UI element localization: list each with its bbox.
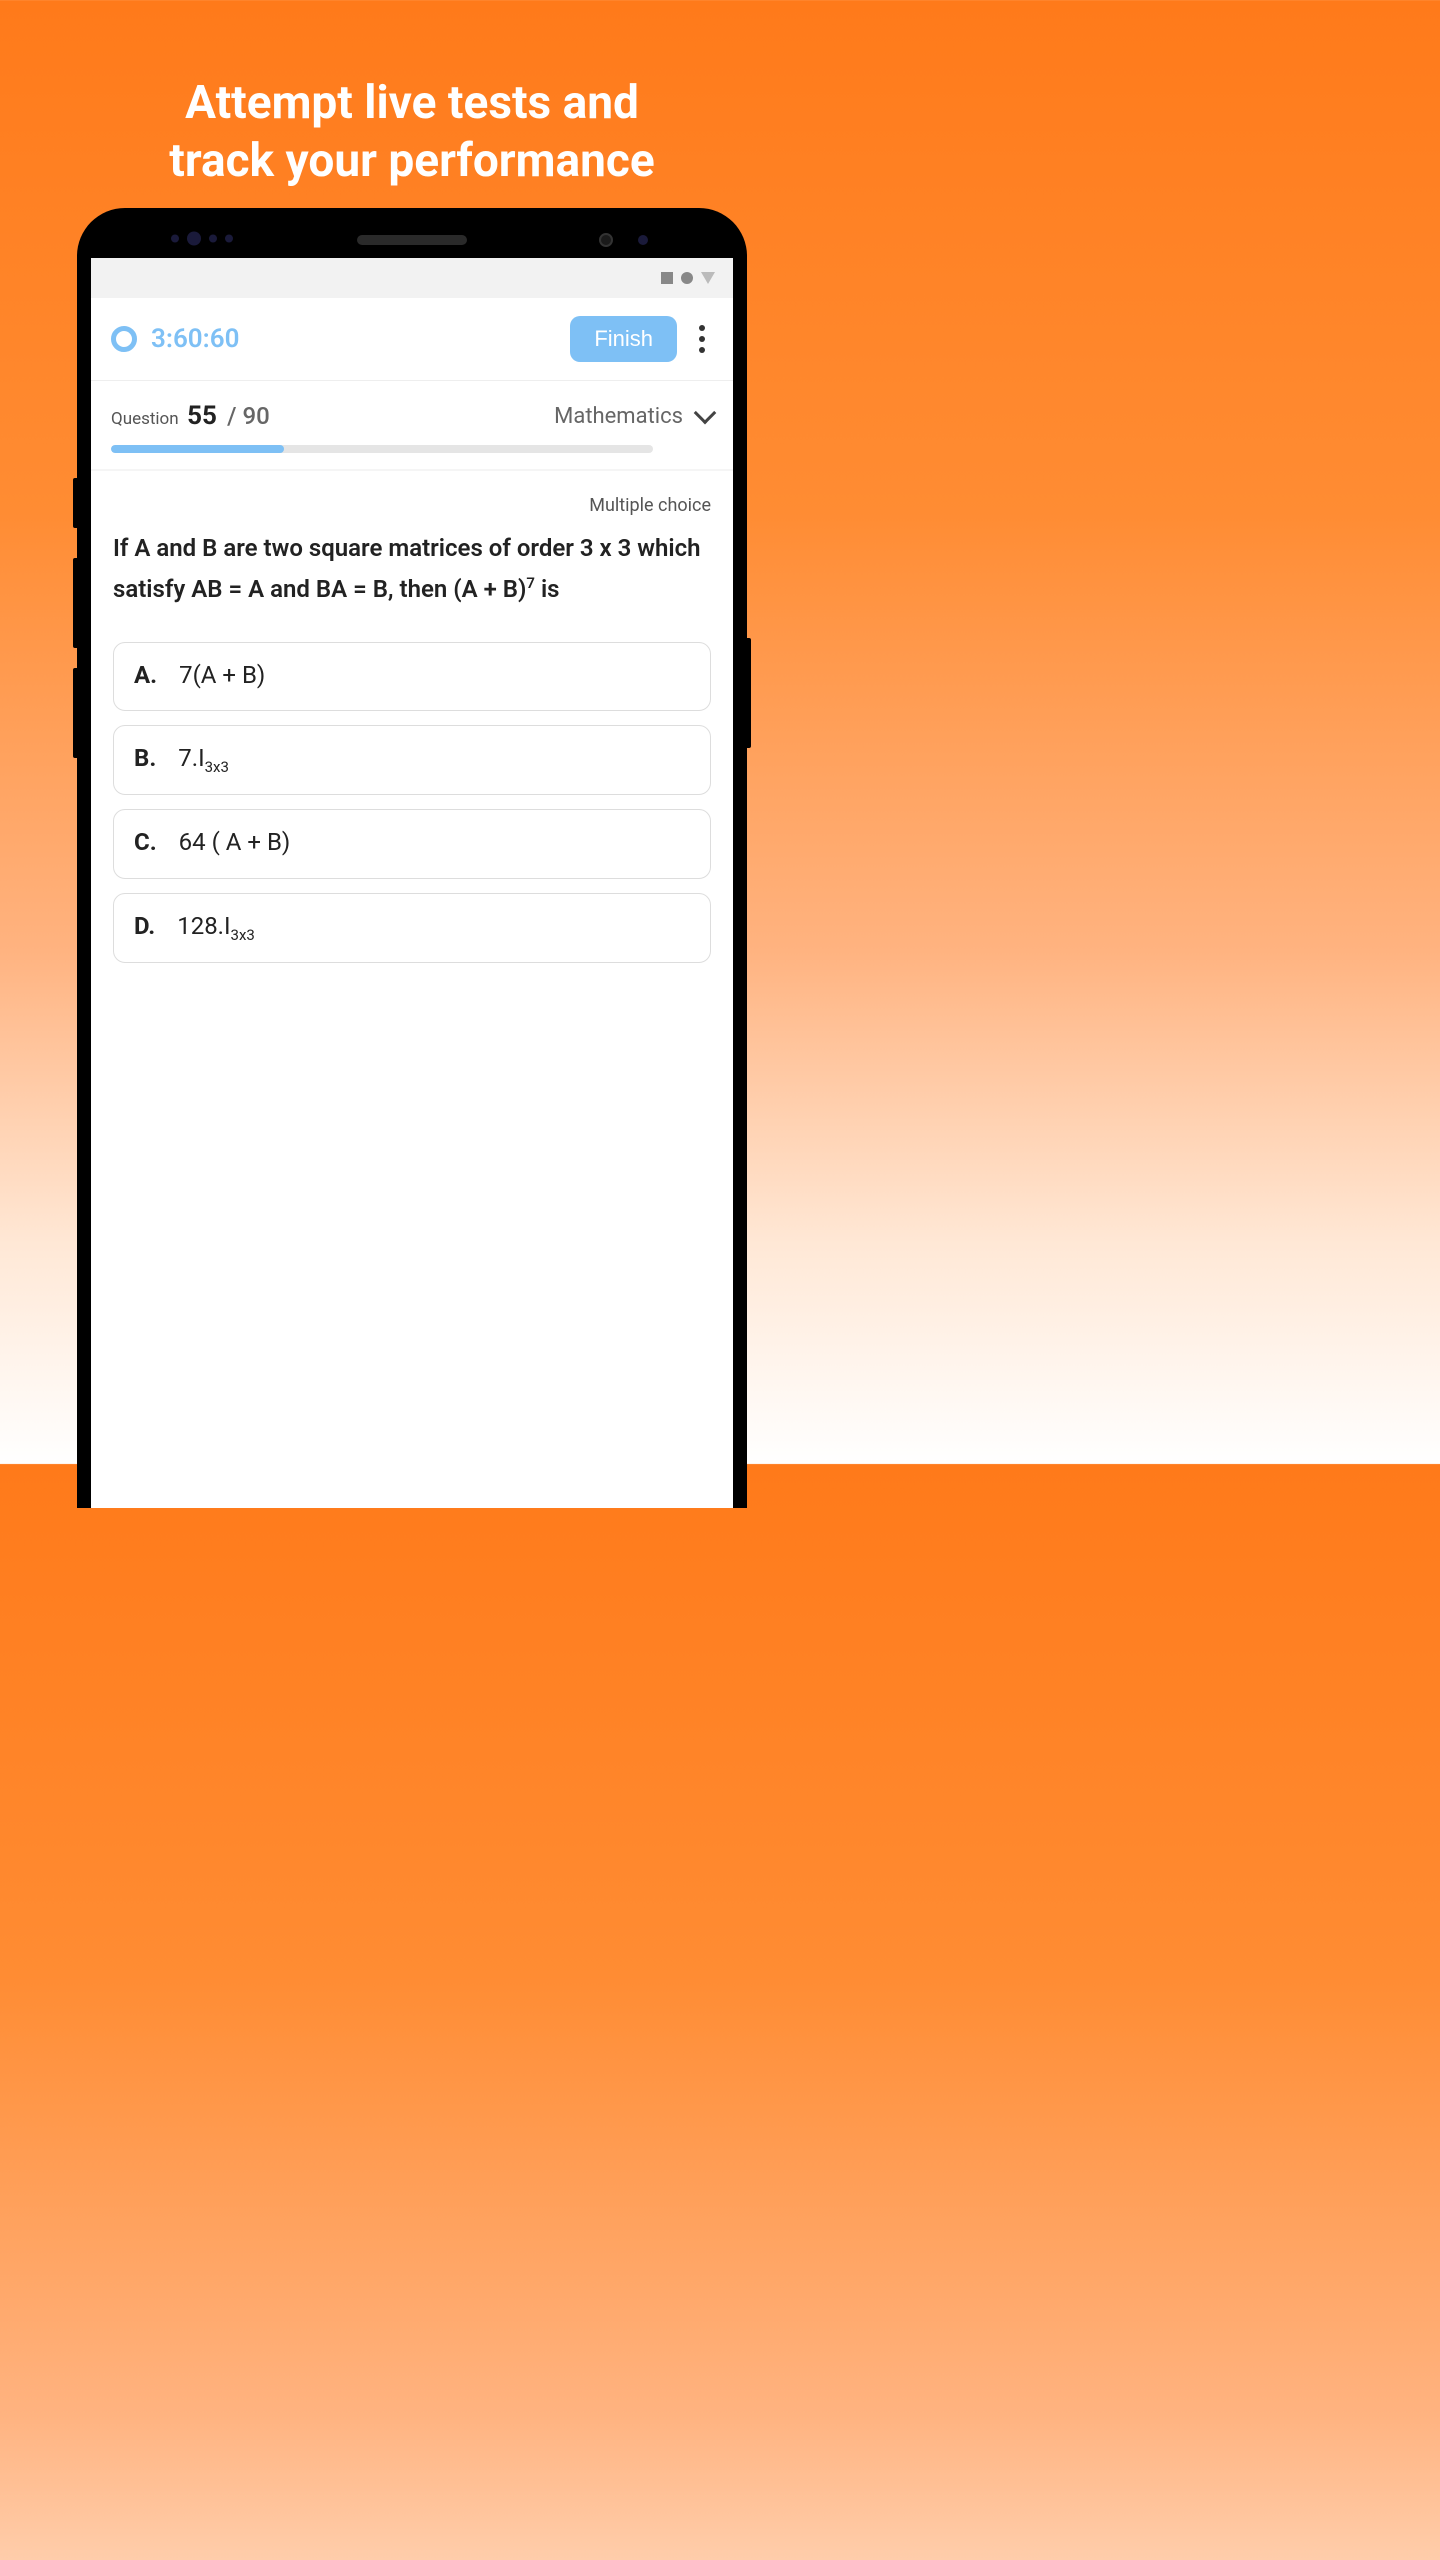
question-type-label: Multiple choice <box>113 495 711 516</box>
option-c[interactable]: C. 64 ( A + B) <box>113 809 711 879</box>
question-area: Multiple choice If A and B are two squar… <box>91 471 733 987</box>
phone-side-button <box>73 478 77 528</box>
option-letter: B. <box>134 744 156 772</box>
phone-camera <box>599 233 613 247</box>
question-counter: Question 55 / 90 <box>111 401 270 431</box>
option-letter: A. <box>134 661 157 689</box>
option-text: 128.I3x3 <box>177 912 255 944</box>
progress-bar <box>111 445 653 453</box>
phone-frame: 3:60:60 Finish Question 55 / 90 Mathemat… <box>77 208 747 1508</box>
option-text: 7.I3x3 <box>178 744 229 776</box>
phone-speaker <box>357 235 467 245</box>
status-icon <box>661 272 673 284</box>
progress-section: Question 55 / 90 Mathematics <box>91 381 733 471</box>
option-d[interactable]: D. 128.I3x3 <box>113 893 711 963</box>
option-letter: C. <box>134 828 157 856</box>
phone-screen: 3:60:60 Finish Question 55 / 90 Mathemat… <box>91 258 733 1508</box>
timer-icon <box>111 326 137 352</box>
option-b[interactable]: B. 7.I3x3 <box>113 725 711 795</box>
phone-power-button <box>747 638 751 748</box>
status-bar <box>91 258 733 298</box>
chevron-down-icon <box>694 402 717 425</box>
phone-volume-down <box>73 668 77 758</box>
question-text: If A and B are two square matrices of or… <box>113 528 711 610</box>
subject-dropdown[interactable]: Mathematics <box>554 404 713 429</box>
option-letter: D. <box>134 912 155 940</box>
timer-display: 3:60:60 <box>151 324 556 354</box>
finish-button[interactable]: Finish <box>570 316 677 362</box>
status-icon <box>701 272 715 284</box>
phone-sensor <box>638 235 648 245</box>
progress-fill <box>111 445 284 453</box>
option-text: 64 ( A + B) <box>179 828 291 860</box>
status-icon <box>681 272 693 284</box>
options-list: A. 7(A + B) B. 7.I3x3 C. 64 ( A + B) D. … <box>113 642 711 963</box>
hero-headline: Attempt live tests and track your perfor… <box>0 0 824 190</box>
option-a[interactable]: A. 7(A + B) <box>113 642 711 712</box>
phone-volume-up <box>73 558 77 648</box>
more-menu-icon[interactable] <box>691 325 713 353</box>
option-text: 7(A + B) <box>179 661 265 693</box>
phone-notch <box>91 222 733 258</box>
app-header: 3:60:60 Finish <box>91 298 733 381</box>
subject-label: Mathematics <box>554 404 683 429</box>
phone-sensors-left <box>171 235 233 246</box>
